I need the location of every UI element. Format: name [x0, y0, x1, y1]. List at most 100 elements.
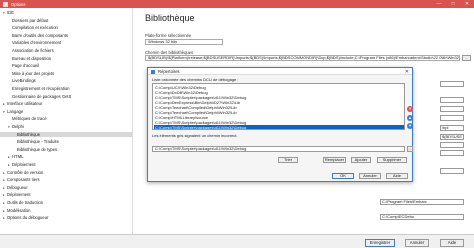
- minimize-icon[interactable]: —: [432, 0, 446, 8]
- tree-item-label: Association de fichiers: [12, 48, 54, 53]
- remove-invalid-button[interactable]: Supprimer: [377, 157, 407, 163]
- tree-item-label: Langage: [7, 108, 24, 114]
- invalid-path-note: Les éléments gris signalent un chemin in…: [152, 133, 238, 138]
- dialog-help-button[interactable]: Aide: [386, 173, 408, 179]
- tree-item[interactable]: Compilation et exécution: [0, 25, 132, 31]
- tree-item[interactable]: Variables d'environnement: [0, 40, 132, 46]
- tree-item[interactable]: Bureau et disposition: [0, 55, 132, 61]
- tree-item[interactable]: ▸ HTML: [0, 154, 132, 160]
- close-icon[interactable]: ✕: [460, 0, 474, 8]
- tree-item[interactable]: ▾ Delphi: [0, 124, 132, 129]
- right-field-11[interactable]: C:\Comp\ECDebu: [380, 214, 464, 220]
- right-field-6[interactable]: $(BDSUSE: [440, 134, 464, 140]
- platform-select[interactable]: Windows 32 bits: [145, 39, 223, 45]
- ok-button[interactable]: OK: [332, 173, 354, 179]
- tree-item-label: Composants tiers: [7, 177, 40, 183]
- options-tree[interactable]: ▾ IDE Dossiers par défaut Compilation et ex…: [0, 8, 133, 234]
- tree-item[interactable]: Bibliothèque: [0, 131, 132, 137]
- tree-item[interactable]: ▸ Déploiement: [0, 192, 132, 198]
- delete-invalid-icon[interactable]: ✕: [407, 106, 413, 112]
- tree-item[interactable]: Enregistrement et récupération: [0, 86, 132, 91]
- app-icon: [3, 1, 8, 7]
- dialog-cancel-button[interactable]: Annuler: [359, 173, 381, 179]
- path-browse-button[interactable]: ...: [407, 146, 413, 152]
- replace-button[interactable]: Remplacer: [323, 157, 346, 163]
- dcu-path-list[interactable]: C:\Comp\UCX\Win32\Debug C:\Comp\DxDB\Win3…: [152, 83, 405, 130]
- move-down-icon[interactable]: ▼: [407, 123, 413, 129]
- page-title: Bibliothèque: [145, 13, 195, 23]
- dialog-close-icon[interactable]: ✕: [405, 69, 409, 75]
- directories-dialog: Répertoires ✕ Liste ordonnée des chemins…: [147, 67, 413, 182]
- right-field-10[interactable]: C:\Program Files\Embarc: [380, 199, 464, 205]
- tree-item-label: Outils de traduction: [7, 200, 44, 205]
- dialog-title-bar: Répertoires ✕: [148, 68, 412, 75]
- right-field-5[interactable]: \bpl: [440, 125, 464, 131]
- tree-item-label: Bureau et disposition: [12, 55, 52, 61]
- sort-button[interactable]: Trier: [278, 157, 298, 163]
- tree-item-label: IDE: [7, 10, 14, 15]
- list-item[interactable]: C:\Comp\TMS\Scripter\packages\d11\Win32\…: [154, 125, 404, 129]
- tree-item[interactable]: Bibliothèque de types: [0, 146, 132, 152]
- tree-item-label: Métriques de tracé: [12, 116, 47, 122]
- options-footer: Enregistrer Annuler Aide: [0, 234, 474, 248]
- tree-item-label: Interface utilisateur: [7, 101, 43, 107]
- dialog-title: Répertoires: [158, 69, 180, 75]
- tree-item-label: Gestionnaire de packages GetIt: [12, 93, 71, 99]
- right-field-4[interactable]: [440, 115, 464, 121]
- tree-item[interactable]: LiveBindings: [0, 78, 132, 84]
- tree-item-label: Déploiement: [7, 192, 31, 198]
- window-title-bar: Options — □ ✕: [0, 0, 474, 8]
- tree-item-label: Contrôle de version: [7, 169, 44, 175]
- tree-item[interactable]: Gestionnaire de packages GetIt: [0, 93, 132, 99]
- tree-item-label: Bibliothèque - Traduite: [17, 139, 59, 145]
- tree-item-label: Déploiement: [12, 162, 36, 167]
- tree-item-label: Bibliothèque de types: [17, 146, 58, 152]
- tree-item-label: Variables d'environnement: [12, 40, 62, 46]
- tree-item[interactable]: ▸ Modélisation: [0, 207, 132, 213]
- save-button[interactable]: Enregistrer: [365, 238, 395, 247]
- tree-item-label: HTML: [12, 154, 24, 160]
- tree-item[interactable]: Barre d'outils des composants: [0, 32, 132, 38]
- tree-item-label: Bibliothèque: [17, 131, 41, 137]
- tree-item[interactable]: ▸ Interface utilisateur: [0, 101, 132, 107]
- add-button[interactable]: Ajouter: [351, 157, 371, 163]
- tree-item[interactable]: ▸ Composants tiers: [0, 177, 132, 183]
- tree-item[interactable]: ▸ Déploiement: [0, 162, 132, 167]
- tree-item[interactable]: Bibliothèque - Traduite: [0, 139, 132, 145]
- tree-item[interactable]: ▸ Débogueur: [0, 184, 132, 190]
- library-path-field[interactable]: $(BDSLIB)\$(Platform)\release;$(BDSUSERD…: [145, 55, 460, 61]
- tree-item-label: Page d'accueil: [12, 63, 40, 69]
- tree-item[interactable]: ▸ Outils de traduction: [0, 200, 132, 205]
- cancel-button[interactable]: Annuler: [405, 238, 429, 247]
- library-path-browse-button[interactable]: ...: [462, 55, 471, 61]
- tree-item[interactable]: Dossiers par défaut: [0, 17, 132, 23]
- dcu-list-label: Liste ordonnée des chemins DCU de déboga…: [152, 77, 239, 82]
- tree-item-label: Options du débogueur: [7, 215, 49, 221]
- right-field-2[interactable]: [440, 97, 464, 103]
- tree-item-label: Débogueur: [7, 184, 28, 190]
- tree-item-label: Modélisation: [7, 207, 31, 213]
- tree-item-label: Dossiers par défaut: [12, 17, 49, 23]
- tree-item-label: Compilation et exécution: [12, 25, 58, 31]
- right-field-3[interactable]: [440, 106, 464, 112]
- tree-item[interactable]: Association de fichiers: [0, 48, 132, 53]
- tree-item[interactable]: Mise à jour des projets: [0, 71, 132, 76]
- window-title: Options: [11, 1, 26, 7]
- tree-item-label: Delphi: [12, 124, 24, 129]
- tree-item[interactable]: Métriques de tracé: [0, 116, 132, 122]
- tree-item[interactable]: ▾ Langage: [0, 108, 132, 114]
- right-field-7[interactable]: [440, 142, 464, 148]
- tree-item[interactable]: Page d'accueil: [0, 63, 132, 69]
- help-button[interactable]: Aide: [440, 238, 464, 247]
- right-field-8[interactable]: [440, 150, 464, 156]
- tree-item-label: LiveBindings: [12, 78, 36, 84]
- right-field-9[interactable]: [440, 168, 464, 174]
- move-up-icon[interactable]: ▲: [407, 115, 413, 121]
- tree-item[interactable]: ▾ IDE: [0, 10, 132, 15]
- tree-item-label: Barre d'outils des composants: [12, 32, 68, 38]
- right-field-1[interactable]: [440, 81, 464, 87]
- tree-item[interactable]: ▸ Options du débogueur: [0, 215, 132, 221]
- maximize-icon[interactable]: □: [446, 0, 460, 8]
- path-input[interactable]: C:\Comp\TMS\Scripter\packages\d11\Win32\…: [152, 146, 405, 152]
- tree-item[interactable]: ▸ Contrôle de version: [0, 169, 132, 175]
